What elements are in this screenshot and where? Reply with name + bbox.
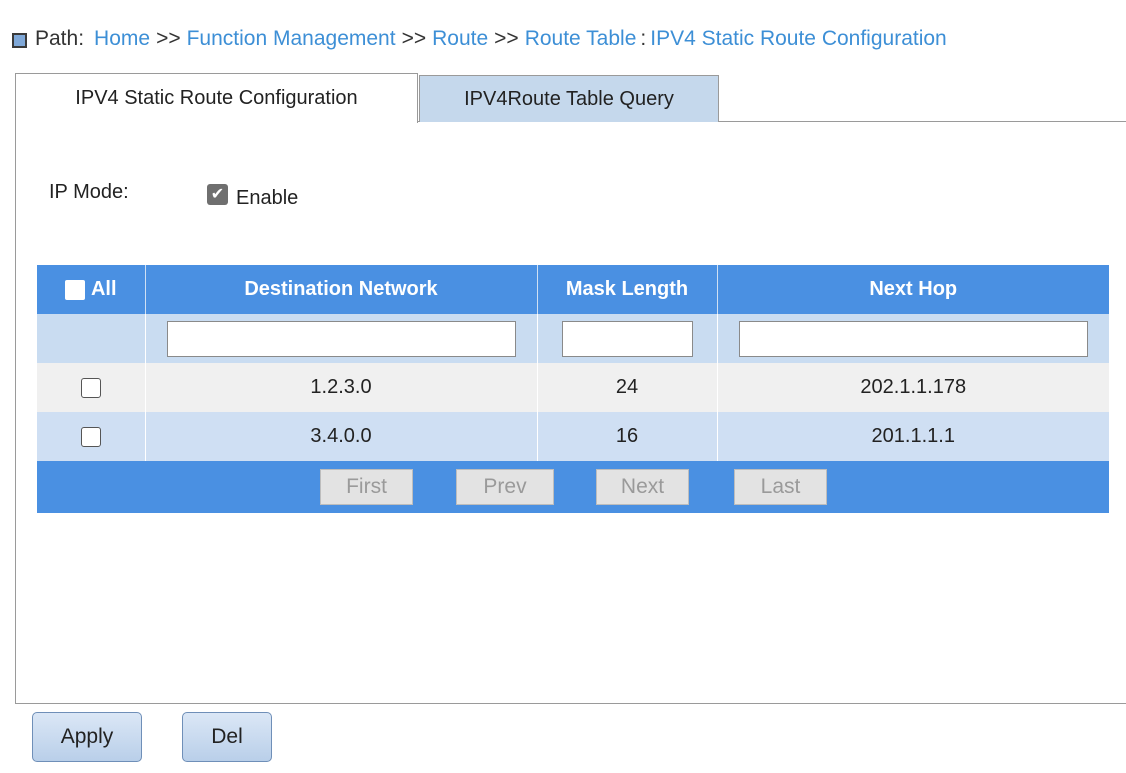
table-row: 1.2.3.0 24 202.1.1.178 xyxy=(37,363,1109,412)
header-select-all: All xyxy=(37,265,145,314)
next-hop-cell: 201.1.1.1 xyxy=(716,412,1109,461)
panel-border xyxy=(15,703,1126,704)
enable-label: Enable xyxy=(236,187,299,209)
breadcrumb-current-separator: : xyxy=(640,27,647,50)
breadcrumb-separator: >> xyxy=(494,27,519,50)
table-row: 3.4.0.0 16 201.1.1.1 xyxy=(37,412,1109,461)
header-all-label: All xyxy=(90,278,117,300)
ip-mode-enable-checkbox[interactable]: ✔ xyxy=(207,184,228,205)
mask-cell: 24 xyxy=(536,363,717,412)
del-button[interactable]: Del xyxy=(182,712,272,762)
breadcrumb-separator: >> xyxy=(401,27,427,50)
destination-cell: 1.2.3.0 xyxy=(144,363,537,412)
pager-row: First Prev Next Last xyxy=(37,461,1109,513)
breadcrumb-home-link[interactable]: Home xyxy=(94,27,150,51)
breadcrumb-route-link[interactable]: Route xyxy=(432,27,488,51)
first-button[interactable]: First xyxy=(320,469,413,505)
row-checkbox[interactable] xyxy=(80,377,101,398)
next-hop-filter-input[interactable] xyxy=(738,320,1088,357)
checkmark-icon: ✔ xyxy=(210,186,225,203)
next-button[interactable]: Next xyxy=(596,469,689,505)
breadcrumb-function-management-link[interactable]: Function Management xyxy=(187,27,396,51)
prev-button[interactable]: Prev xyxy=(456,469,554,505)
next-hop-cell: 202.1.1.178 xyxy=(716,363,1109,412)
tab-ipv4-route-table-query[interactable]: IPV4Route Table Query xyxy=(419,75,719,122)
header-next-hop: Next Hop xyxy=(716,265,1109,314)
mask-filter-input[interactable] xyxy=(561,320,693,357)
destination-cell: 3.4.0.0 xyxy=(144,412,537,461)
pager: First Prev Next Last xyxy=(37,461,1109,513)
filter-row xyxy=(37,314,1109,363)
square-bullet-icon xyxy=(12,32,27,48)
panel-border xyxy=(15,121,16,704)
last-button[interactable]: Last xyxy=(734,469,827,505)
route-table: All Destination Network Mask Length Next… xyxy=(37,265,1109,513)
header-mask-length: Mask Length xyxy=(536,265,717,314)
breadcrumb: Path: Home >> Function Management >> Rou… xyxy=(12,26,947,52)
tab-ipv4-static-route-configuration[interactable]: IPV4 Static Route Configuration xyxy=(15,73,418,123)
table-header-row: All Destination Network Mask Length Next… xyxy=(37,265,1109,314)
ip-mode-label: IP Mode: xyxy=(49,181,129,203)
breadcrumb-separator: >> xyxy=(156,27,181,50)
mask-cell: 16 xyxy=(536,412,717,461)
header-destination-network: Destination Network xyxy=(144,265,537,314)
breadcrumb-label: Path: xyxy=(35,27,85,50)
breadcrumb-current: IPV4 Static Route Configuration xyxy=(650,27,947,50)
apply-button[interactable]: Apply xyxy=(32,712,142,762)
destination-filter-input[interactable] xyxy=(166,320,516,357)
breadcrumb-route-table-link[interactable]: Route Table xyxy=(525,27,637,51)
select-all-checkbox[interactable] xyxy=(64,279,85,300)
row-checkbox[interactable] xyxy=(80,426,101,447)
